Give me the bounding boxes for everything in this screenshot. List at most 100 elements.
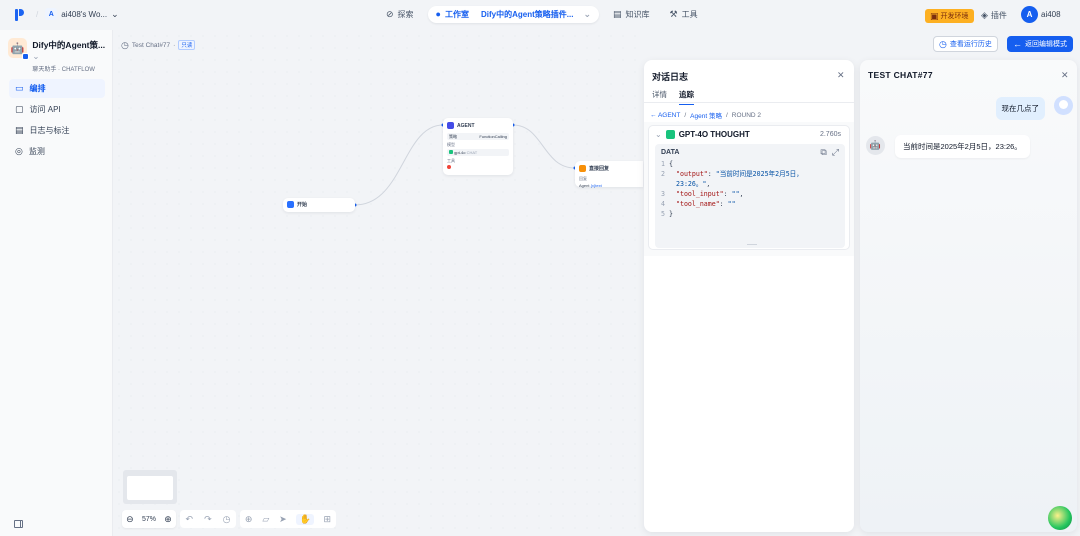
nav-knowledge[interactable]: ▤ 知识库 [607, 6, 656, 23]
trace-back-link[interactable]: ← AGENT [650, 112, 680, 119]
orchestrate-icon: ▭ [15, 83, 24, 93]
minimap[interactable] [123, 470, 177, 504]
add-node-icon[interactable]: ⊕ [245, 514, 253, 524]
clock-icon: ◷ [939, 38, 947, 49]
trace-strategy-link[interactable]: Agent 策略 [690, 110, 722, 120]
nav-studio-label: 工作室 [444, 10, 469, 19]
plugins-button[interactable]: ◈ 插件 [981, 10, 1007, 21]
chevron-down-icon: ⌄ [111, 8, 119, 19]
view-run-history-label: 查看运行历史 [949, 41, 992, 48]
current-app-name[interactable]: Dify中的Agent策略插件... [481, 9, 573, 20]
chevron-down-icon[interactable]: ⌄ [583, 10, 591, 19]
data-code-block: DATA ⧉ ⤢ 1{ 2 "output": "当前时间是2025年2月5日， [655, 144, 845, 248]
thought-card: ⌄ GPT-4O THOUGHT 2.760s DATA ⧉ ⤢ 1{ 2 "o… [648, 125, 850, 250]
sidebar-item-api[interactable]: ▢ 访问 API [9, 100, 105, 119]
sidebar-item-label: 监测 [28, 147, 45, 156]
app-header[interactable]: 🤖 Dify中的Agent策... ⌄ 聊天助手 · CHATFLOW [8, 38, 112, 73]
undo-icon[interactable]: ↶ [186, 514, 194, 524]
bot-avatar-icon: 🤖 [866, 136, 885, 155]
history-icon[interactable]: ◷ [223, 514, 231, 524]
start-node[interactable]: 开始 [283, 198, 355, 212]
user-avatar-icon [1054, 96, 1073, 115]
nav-tools-label: 工具 [681, 10, 698, 19]
sidebar-item-logs[interactable]: ▤ 日志与标注 [9, 121, 105, 140]
env-badge: ▣ 开发环境 [925, 9, 974, 23]
compass-icon: ⊘ [386, 9, 394, 19]
agent-node-label: AGENT [457, 122, 475, 129]
agent-model-row: gpt-4o CHAT [447, 149, 509, 156]
close-icon[interactable]: ✕ [1061, 70, 1069, 81]
env-badge-label: 开发环境 [940, 13, 969, 20]
code-line: 1{ [661, 160, 673, 168]
pointer-icon[interactable]: ➤ [279, 514, 287, 524]
cube-icon: ◈ [981, 10, 988, 20]
sidebar-item-monitor[interactable]: ◎ 监测 [9, 142, 105, 161]
chat-panel-title: TEST CHAT#77 [868, 70, 933, 80]
code-icon: ▣ [930, 10, 939, 21]
conversation-log-panel: 对话日志 ✕ 详情 追踪 ← AGENT / Agent 策略 / ROUND … [644, 60, 854, 532]
canvas-tools: ⊕ ▱ ➤ ✋ ⊞ [240, 510, 336, 528]
hand-icon[interactable]: ✋ [296, 513, 314, 525]
collapse-sidebar-icon[interactable] [14, 520, 23, 528]
code-line: 2 "output": "当前时间是2025年2月5日， [661, 170, 803, 178]
workflow-canvas[interactable]: ◷ Test Chat#77 · 只读 开始 AGENT 策略 Function… [113, 30, 643, 536]
code-line: 4 "tool_name": "" [661, 200, 736, 208]
node-connections [353, 123, 577, 207]
zoom-level[interactable]: 57% [142, 516, 156, 523]
layout-icon[interactable]: ⊞ [324, 514, 332, 524]
zoom-in-icon[interactable]: ⊕ [164, 514, 172, 524]
bot-message: 当前时间是2025年2月5日，23:26。 [895, 135, 1030, 158]
zoom-out-icon[interactable]: ⊖ [126, 514, 134, 524]
app-robot-icon: 🤖 [8, 38, 30, 60]
sidebar-item-label: 编排 [29, 84, 46, 93]
sidebar-item-label: 访问 API [29, 105, 61, 114]
code-line: 23:26。", [676, 180, 711, 188]
app-mode: CHATFLOW [61, 67, 95, 73]
code-line: 3 "tool_input": "", [661, 190, 744, 198]
answer-node[interactable]: 直接回复 回复 Agent {x}text [575, 161, 643, 188]
json-viewer: 1{ 2 "output": "当前时间是2025年2月5日， 23:26。",… [655, 159, 845, 219]
agent-tools-label: 工具 [447, 158, 455, 163]
data-label: DATA [661, 149, 680, 156]
app-title: Dify中的Agent策... ⌄ [32, 40, 106, 61]
nav-explore-label: 探索 [397, 10, 414, 19]
log-panel-title: 对话日志 [652, 72, 689, 82]
resize-handle[interactable] [747, 244, 757, 245]
dify-logo-icon[interactable] [15, 9, 25, 21]
close-icon[interactable]: ✕ [837, 70, 845, 81]
top-bar: / A ai408's Wo... ⌄ ⊘ 探索 ● 工作室 Dify中的Age… [0, 0, 1080, 30]
thought-header[interactable]: ⌄ GPT-4O THOUGHT [655, 130, 750, 139]
agent-node[interactable]: AGENT 策略 FunctionCalling 模型 gpt-4o CHAT … [443, 118, 513, 175]
app-type: 聊天助手 [32, 67, 57, 73]
sidebar: 🤖 Dify中的Agent策... ⌄ 聊天助手 · CHATFLOW ▭ 编排… [0, 30, 113, 536]
user-menu[interactable]: A ai408 [1021, 6, 1061, 23]
agent-model-label: 模型 [447, 142, 455, 147]
sidebar-item-label: 日志与标注 [29, 126, 70, 135]
floating-assistant-icon[interactable] [1048, 506, 1072, 530]
test-chat-panel: TEST CHAT#77 ✕ 现在几点了 🤖 当前时间是2025年2月5日，23… [860, 60, 1077, 532]
robot-icon: ● [435, 9, 441, 19]
hammer-icon: ⚒ [669, 9, 678, 19]
expand-icon[interactable]: ⤢ [832, 148, 839, 157]
thought-duration: 2.760s [819, 131, 841, 138]
arrow-left-icon: ← [1013, 38, 1022, 49]
note-icon[interactable]: ▱ [262, 514, 269, 524]
nav-explore[interactable]: ⊘ 探索 [380, 6, 420, 23]
nav-studio[interactable]: ● 工作室 Dify中的Agent策略插件... ⌄ [427, 6, 599, 23]
avatar: A [1021, 6, 1038, 23]
tool-icon [447, 165, 451, 169]
nav-knowledge-label: 知识库 [625, 10, 650, 19]
agent-icon [447, 122, 454, 129]
back-to-edit-button[interactable]: ← 返回编辑模式 [1007, 36, 1073, 52]
workspace-switcher[interactable]: / A ai408's Wo... ⌄ [36, 8, 119, 20]
app-subtitle: 聊天助手 · CHATFLOW [32, 67, 95, 73]
copy-icon[interactable]: ⧉ [820, 148, 826, 157]
view-run-history-button[interactable]: ◷ 查看运行历史 [933, 36, 998, 52]
trace-round: ROUND 2 [731, 111, 762, 119]
answer-ref: Agent {x}text [579, 183, 602, 188]
nav-tools[interactable]: ⚒ 工具 [664, 6, 704, 23]
sidebar-item-orchestrate[interactable]: ▭ 编排 [9, 79, 105, 98]
openai-icon [665, 130, 675, 139]
redo-icon[interactable]: ↷ [204, 514, 212, 524]
zoom-controls: ⊖ 57% ⊕ [122, 510, 176, 528]
